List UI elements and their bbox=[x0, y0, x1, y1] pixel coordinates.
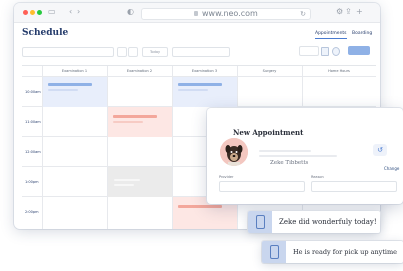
new-appointment-card: New Appointment Zeke Tibbetts ↺ Change P… bbox=[207, 108, 403, 204]
time-label: 10:00am bbox=[25, 90, 41, 94]
column-header-exam-3: Examination 3 bbox=[191, 69, 218, 73]
time-label: 11:00am bbox=[25, 120, 41, 124]
prev-button[interactable] bbox=[117, 47, 127, 57]
reload-icon[interactable]: ↻ bbox=[300, 9, 306, 19]
date-picker[interactable] bbox=[172, 47, 230, 57]
minimize-window-button[interactable] bbox=[30, 10, 35, 15]
time-label: 2:00pm bbox=[25, 210, 39, 214]
pet-avatar bbox=[220, 138, 248, 166]
page-title: Schedule bbox=[22, 28, 69, 38]
notification-text: He is ready for pick up anytime bbox=[293, 248, 398, 256]
column-header-exam-2: Examination 2 bbox=[126, 69, 153, 73]
phone-icon bbox=[262, 241, 286, 263]
today-button[interactable]: Today bbox=[142, 47, 168, 57]
back-icon[interactable]: ‹ bbox=[69, 7, 72, 17]
sidebar-icon[interactable]: ▭ bbox=[48, 7, 56, 17]
forward-icon[interactable]: › bbox=[77, 7, 80, 17]
add-tab-icon[interactable]: + bbox=[356, 7, 363, 17]
shield-icon: ◐ bbox=[127, 7, 134, 16]
appointment-block[interactable] bbox=[108, 167, 172, 197]
notification-card[interactable]: Zeke did wonderfuly today! bbox=[248, 211, 380, 233]
new-appointment-button[interactable] bbox=[348, 46, 370, 55]
list-view-icon[interactable] bbox=[321, 47, 329, 56]
search-input[interactable] bbox=[22, 47, 114, 57]
tab-boarding[interactable]: Boarding bbox=[352, 31, 372, 37]
notification-card[interactable]: He is ready for pick up anytime bbox=[262, 241, 403, 263]
next-button[interactable] bbox=[128, 47, 138, 57]
column-header-home-hours: Home Hours bbox=[328, 69, 350, 73]
appointment-block[interactable] bbox=[173, 77, 237, 107]
pet-name: Zeke Tibbetts bbox=[270, 160, 309, 166]
column-header-surgery: Surgery bbox=[262, 69, 277, 73]
reason-select[interactable] bbox=[311, 181, 397, 192]
phone-icon bbox=[248, 211, 272, 233]
settings-icon[interactable]: ⚙ bbox=[336, 7, 343, 17]
provider-select[interactable] bbox=[219, 181, 305, 192]
close-window-button[interactable] bbox=[23, 10, 28, 15]
lock-icon bbox=[194, 11, 198, 16]
time-label: 1:00pm bbox=[25, 180, 39, 184]
undo-icon[interactable]: ↺ bbox=[373, 144, 387, 156]
appointment-title: New Appointment bbox=[233, 128, 304, 137]
time-label: 12:00am bbox=[25, 150, 41, 154]
settings-icon[interactable] bbox=[332, 47, 340, 56]
reason-label: Reason bbox=[311, 175, 324, 179]
tab-appointments[interactable]: Appointments bbox=[315, 31, 347, 39]
appointment-block[interactable] bbox=[43, 77, 107, 107]
column-header-exam-1: Examination 1 bbox=[61, 69, 88, 73]
browser-chrome: ▭ ‹ › ◐ www.neo.com ↻ ⚙ ⇪ + bbox=[14, 3, 380, 23]
notification-text: Zeke did wonderfuly today! bbox=[279, 218, 377, 226]
provider-label: Provider bbox=[219, 175, 234, 179]
url-text: www.neo.com bbox=[202, 9, 258, 18]
share-icon[interactable]: ⇪ bbox=[345, 7, 352, 17]
maximize-window-button[interactable] bbox=[37, 10, 42, 15]
view-day-button[interactable] bbox=[299, 46, 319, 56]
address-bar[interactable]: www.neo.com ↻ bbox=[141, 8, 311, 20]
change-link[interactable]: Change bbox=[384, 166, 399, 171]
appointment-block[interactable] bbox=[108, 107, 172, 137]
